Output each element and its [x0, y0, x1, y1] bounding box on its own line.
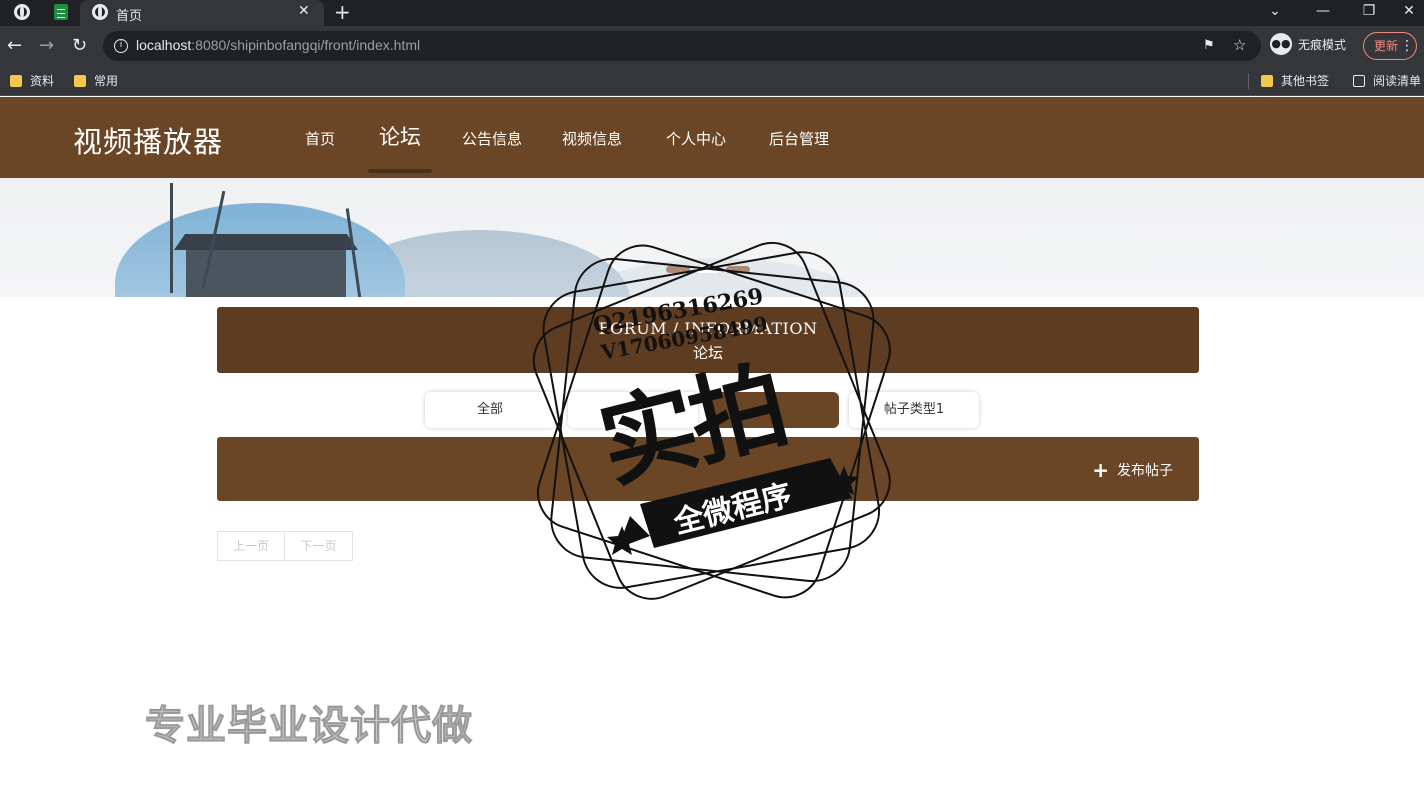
site-logo[interactable]: 视频播放器 [73, 119, 223, 161]
globe-icon[interactable] [14, 4, 32, 22]
publish-post-button[interactable]: + 发布帖子 [1092, 460, 1173, 480]
nav-admin[interactable]: 后台管理 [769, 128, 829, 149]
bookmarks-bar: 资料 常用 其他书签 阅读清单 [0, 66, 1424, 96]
site-header: 视频播放器 首页 论坛 公告信息 视频信息 个人中心 后台管理 [0, 97, 1424, 178]
update-button[interactable]: 更新 [1363, 32, 1417, 60]
folder-icon [10, 74, 22, 87]
incognito-indicator[interactable]: ●● 无痕模式 [1270, 33, 1346, 55]
translate-blocked-icon[interactable]: ⚑ [1203, 38, 1215, 53]
nav-personal-center[interactable]: 个人中心 [666, 128, 726, 149]
prev-page-button[interactable]: 上一页 [217, 531, 285, 561]
reading-list-icon [1353, 74, 1365, 87]
plus-icon: + [1092, 458, 1109, 482]
forward-arrow-icon[interactable]: → [39, 35, 54, 56]
back-arrow-icon[interactable]: ← [7, 35, 22, 56]
browser-tab-active[interactable]: 首页 ✕ [80, 0, 324, 26]
globe-icon [92, 4, 110, 22]
bookmark-folder-ziliao[interactable]: 资料 [10, 72, 54, 89]
bookmark-reading-list[interactable]: 阅读清单 [1353, 72, 1421, 89]
minimize-icon[interactable]: — [1300, 0, 1346, 26]
address-bar[interactable]: i localhost:8080/shipinbofangqi/front/in… [103, 31, 1261, 61]
pagination: 上一页 下一页 [217, 531, 353, 561]
folder-icon [74, 74, 86, 87]
url-text[interactable]: localhost:8080/shipinbofangqi/front/inde… [136, 37, 420, 53]
close-icon[interactable]: ✕ [298, 3, 310, 19]
folder-icon [1261, 74, 1273, 87]
bookmark-folder-changyong[interactable]: 常用 [74, 72, 118, 89]
next-page-button[interactable]: 下一页 [285, 531, 353, 561]
nav-announcements[interactable]: 公告信息 [462, 128, 522, 149]
bookmark-separator [1248, 73, 1249, 89]
star-icon[interactable]: ☆ [1233, 36, 1246, 54]
browser-toolbar: ← → ↻ i localhost:8080/shipinbofangqi/fr… [0, 26, 1424, 66]
chevron-down-icon[interactable]: ⌄ [1252, 0, 1298, 26]
tab-title: 首页 [116, 9, 143, 24]
close-window-icon[interactable]: ✕ [1386, 0, 1424, 26]
stamp-watermark: Q2196316269 V17060958499 实拍 全微程序 [522, 236, 902, 612]
banner-tree [170, 183, 173, 293]
browser-tab-strip: 首页 ✕ + ⌄ — ❐ ✕ [0, 0, 1424, 26]
nav-active-underline [368, 169, 432, 173]
bookmark-other[interactable]: 其他书签 [1261, 72, 1329, 89]
new-tab-plus-icon[interactable]: + [334, 0, 351, 24]
sheets-icon[interactable] [54, 4, 72, 22]
nav-forum[interactable]: 论坛 [379, 121, 421, 151]
bottom-watermark: 专业毕业设计代做 [145, 703, 473, 750]
incognito-icon: ●● [1270, 33, 1292, 55]
info-icon[interactable]: i [114, 39, 128, 53]
nav-videos[interactable]: 视频信息 [562, 128, 622, 149]
nav-home[interactable]: 首页 [305, 128, 335, 149]
reload-icon[interactable]: ↻ [72, 35, 87, 56]
